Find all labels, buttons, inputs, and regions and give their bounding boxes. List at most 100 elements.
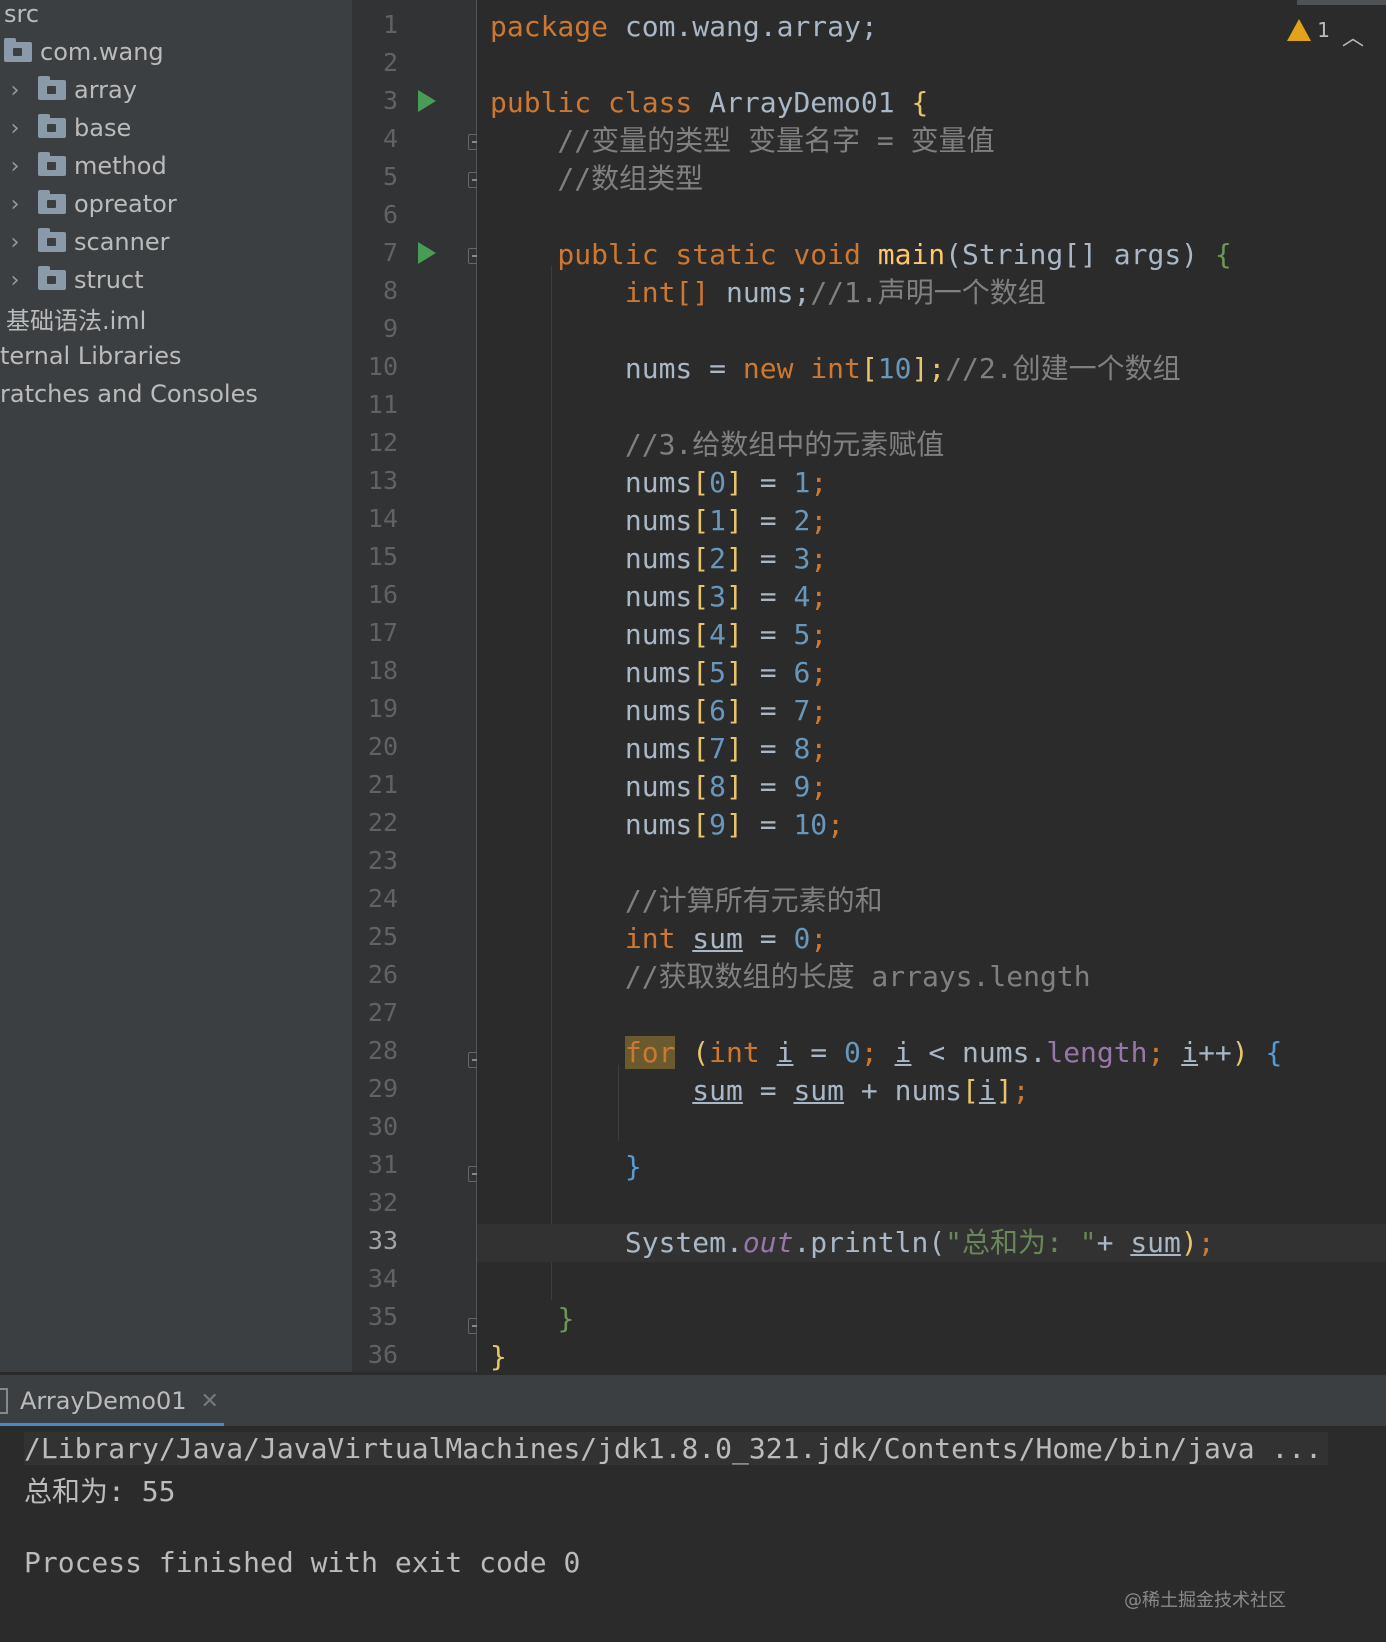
tree-folder-opreator[interactable]: › opreator <box>0 186 177 222</box>
line-number[interactable]: 23 <box>352 842 398 880</box>
token-comment: //2.创建一个数组 <box>945 352 1181 385</box>
code-line-33: System.out.println("总和为: "+ sum); <box>477 1224 1386 1262</box>
run-main-icon[interactable] <box>418 242 436 264</box>
tree-folder-base[interactable]: › base <box>0 110 131 146</box>
line-number[interactable]: 3 <box>352 82 398 120</box>
tree-package-com-wang[interactable]: com.wang <box>4 34 164 70</box>
close-icon[interactable]: ✕ <box>201 1389 219 1414</box>
line-number[interactable]: 29 <box>352 1070 398 1108</box>
line-number[interactable]: 16 <box>352 576 398 614</box>
line-number[interactable]: 7 <box>352 234 398 272</box>
line-number[interactable]: 17 <box>352 614 398 652</box>
line-number[interactable]: 19 <box>352 690 398 728</box>
code-line-5: //数组类型 <box>490 162 704 195</box>
token-bracket: [ <box>692 770 710 803</box>
token-semicolon: ; <box>810 694 828 727</box>
token-number: 1 <box>793 466 811 499</box>
token-variable: i <box>776 1036 794 1069</box>
code-line-assignment: nums[8] = 9; <box>477 768 1386 806</box>
console-output[interactable]: /Library/Java/JavaVirtualMachines/jdk1.8… <box>0 1426 1386 1642</box>
tree-folder-scanner[interactable]: › scanner <box>0 224 169 260</box>
line-number[interactable]: 18 <box>352 652 398 690</box>
token-number: 4 <box>709 618 727 651</box>
token-comment: //1.声明一个数组 <box>810 276 1046 309</box>
expand-chevron-icon[interactable]: › <box>0 78 30 103</box>
tree-src[interactable]: src <box>4 0 39 32</box>
folder-icon <box>38 114 66 138</box>
token-text: = <box>742 580 794 613</box>
line-number[interactable]: 32 <box>352 1184 398 1222</box>
code-line-assignment: nums[4] = 5; <box>477 616 1386 654</box>
code-editor[interactable]: 1 ︿ package com.wang.array; public class… <box>477 0 1386 1372</box>
line-number[interactable]: 2 <box>352 44 398 82</box>
line-number[interactable]: 22 <box>352 804 398 842</box>
tree-iml-file[interactable]: 基础语法.iml <box>6 300 146 336</box>
token-variable: i <box>894 1036 912 1069</box>
tree-folder-label: struct <box>74 266 144 294</box>
token-keyword: package <box>490 10 609 43</box>
line-number[interactable]: 14 <box>352 500 398 538</box>
token-text: = <box>742 542 794 575</box>
line-number[interactable]: 5 <box>352 158 398 196</box>
line-number[interactable]: 10 <box>352 348 398 386</box>
run-tab-arraydemo01[interactable]: ArrayDemo01 ✕ <box>0 1375 224 1427</box>
folder-icon <box>38 228 66 252</box>
console-command-line[interactable]: /Library/Java/JavaVirtualMachines/jdk1.8… <box>24 1432 1329 1465</box>
line-number[interactable]: 30 <box>352 1108 398 1146</box>
token-text: = <box>742 656 794 689</box>
token-text: nums = <box>490 352 743 385</box>
tree-folder-method[interactable]: › method <box>0 148 167 184</box>
line-number[interactable]: 26 <box>352 956 398 994</box>
token-text: = <box>742 694 794 727</box>
token-text: System. <box>624 1226 743 1259</box>
token-text: = <box>742 732 794 765</box>
line-number[interactable]: 11 <box>352 386 398 424</box>
console-output-line: 总和为: 55 <box>24 1475 176 1508</box>
line-number[interactable]: 25 <box>352 918 398 956</box>
line-number[interactable]: 34 <box>352 1260 398 1298</box>
line-number[interactable]: 21 <box>352 766 398 804</box>
expand-chevron-icon[interactable]: › <box>0 116 30 141</box>
line-number[interactable]: 8 <box>352 272 398 310</box>
token-brace: } <box>490 1340 507 1372</box>
token-variable: i <box>978 1074 996 1107</box>
tree-scratches[interactable]: ratches and Consoles <box>0 376 258 412</box>
line-number[interactable]: 9 <box>352 310 398 348</box>
token-number: 9 <box>709 808 727 841</box>
token-text: nums <box>490 466 693 499</box>
line-number[interactable]: 35 <box>352 1298 398 1336</box>
line-number[interactable]: 28 <box>352 1032 398 1070</box>
token-variable: sum <box>692 1074 743 1107</box>
line-number[interactable]: 36 <box>352 1336 398 1374</box>
line-number[interactable]: 4 <box>352 120 398 158</box>
token-number: 8 <box>793 732 811 765</box>
line-number[interactable]: 33 <box>352 1222 398 1260</box>
line-number[interactable]: 20 <box>352 728 398 766</box>
token-bracket: ] <box>726 656 743 689</box>
line-number[interactable]: 24 <box>352 880 398 918</box>
line-number[interactable]: 31 <box>352 1146 398 1184</box>
token-keyword: public static void <box>490 238 861 271</box>
horizontal-scrollbar[interactable] <box>1297 0 1386 5</box>
console-icon <box>0 1388 8 1414</box>
expand-chevron-icon[interactable]: › <box>0 154 30 179</box>
line-number[interactable]: 27 <box>352 994 398 1032</box>
code-line-assignment: nums[3] = 4; <box>477 578 1386 616</box>
token-text: = <box>742 618 794 651</box>
expand-chevron-icon[interactable]: › <box>0 230 30 255</box>
expand-chevron-icon[interactable]: › <box>0 268 30 293</box>
tree-external-libraries[interactable]: ternal Libraries <box>0 338 182 374</box>
line-number[interactable]: 13 <box>352 462 398 500</box>
token-bracket: [ <box>692 732 710 765</box>
token-semicolon: ; <box>810 580 828 613</box>
tree-folder-struct[interactable]: › struct <box>0 262 144 298</box>
line-number[interactable]: 15 <box>352 538 398 576</box>
line-number[interactable]: 1 <box>352 6 398 44</box>
tree-folder-array[interactable]: › array <box>0 72 137 108</box>
run-class-icon[interactable] <box>418 90 436 112</box>
line-number[interactable]: 12 <box>352 424 398 462</box>
token-brace: { <box>911 86 929 119</box>
expand-chevron-icon[interactable]: › <box>0 192 30 217</box>
line-number[interactable]: 6 <box>352 196 398 234</box>
code-line-12: //3.给数组中的元素赋值 <box>490 428 945 461</box>
